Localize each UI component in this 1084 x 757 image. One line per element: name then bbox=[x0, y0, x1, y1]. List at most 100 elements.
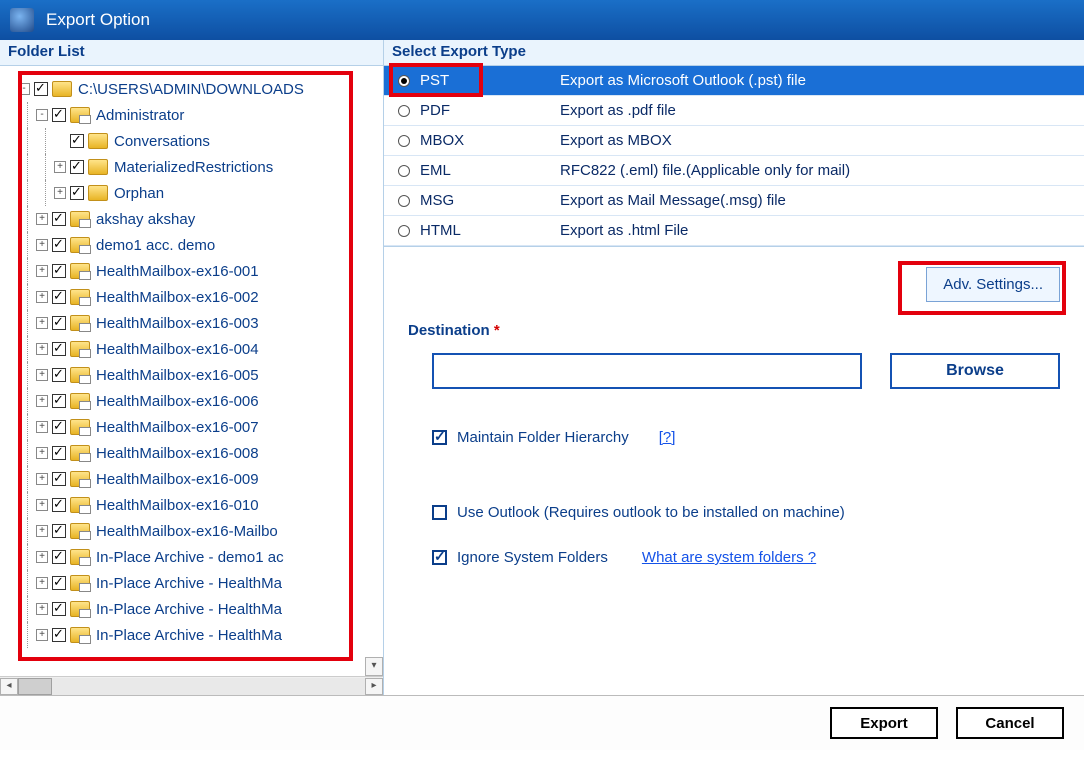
export-type-msg[interactable]: MSGExport as Mail Message(.msg) file bbox=[384, 186, 1084, 216]
tree-checkbox[interactable] bbox=[52, 550, 66, 564]
tree-node[interactable]: +akshay akshay bbox=[0, 206, 383, 232]
tree-checkbox[interactable] bbox=[52, 264, 66, 278]
tree-checkbox[interactable] bbox=[52, 524, 66, 538]
export-type-desc: Export as .html File bbox=[560, 222, 1084, 239]
adv-settings-button[interactable]: Adv. Settings... bbox=[926, 267, 1060, 302]
tree-checkbox[interactable] bbox=[52, 628, 66, 642]
system-folders-help-link[interactable]: What are system folders ? bbox=[642, 549, 816, 566]
tree-node[interactable]: +HealthMailbox-ex16-010 bbox=[0, 492, 383, 518]
tree-checkbox[interactable] bbox=[52, 498, 66, 512]
radio-icon[interactable] bbox=[398, 75, 410, 87]
radio-icon[interactable] bbox=[398, 225, 410, 237]
tree-node[interactable]: -C:\USERS\ADMIN\DOWNLOADS bbox=[0, 76, 383, 102]
scroll-left-icon[interactable]: ◂ bbox=[0, 678, 18, 695]
expand-icon[interactable]: + bbox=[36, 447, 48, 459]
tree-node[interactable]: + HealthMailbox-ex16-002 bbox=[0, 284, 383, 310]
export-type-pdf[interactable]: PDFExport as .pdf file bbox=[384, 96, 1084, 126]
destination-input[interactable] bbox=[432, 353, 862, 389]
radio-icon[interactable] bbox=[398, 195, 410, 207]
tree-node[interactable]: +In-Place Archive - HealthMa bbox=[0, 570, 383, 596]
radio-icon[interactable] bbox=[398, 105, 410, 117]
tree-checkbox[interactable] bbox=[52, 472, 66, 486]
tree-node[interactable]: +In-Place Archive - demo1 ac bbox=[0, 544, 383, 570]
expand-icon[interactable]: + bbox=[36, 421, 48, 433]
ignore-system-checkbox[interactable] bbox=[432, 550, 447, 565]
browse-button[interactable]: Browse bbox=[890, 353, 1060, 389]
collapse-icon[interactable]: - bbox=[36, 109, 48, 121]
expand-icon[interactable]: + bbox=[36, 577, 48, 589]
tree-checkbox[interactable] bbox=[52, 290, 66, 304]
expand-icon[interactable]: + bbox=[36, 603, 48, 615]
expand-icon[interactable]: + bbox=[36, 395, 48, 407]
use-outlook-option[interactable]: Use Outlook (Requires outlook to be inst… bbox=[432, 504, 1060, 521]
cancel-button[interactable]: Cancel bbox=[956, 707, 1064, 739]
expand-icon[interactable]: + bbox=[36, 369, 48, 381]
tree-checkbox[interactable] bbox=[52, 108, 66, 122]
tree-node[interactable]: +In-Place Archive - HealthMa bbox=[0, 596, 383, 622]
tree-node[interactable]: +HealthMailbox-ex16-006 bbox=[0, 388, 383, 414]
expand-icon[interactable]: + bbox=[36, 473, 48, 485]
expand-icon[interactable]: + bbox=[36, 499, 48, 511]
collapse-icon[interactable]: - bbox=[18, 83, 30, 95]
radio-icon[interactable] bbox=[398, 135, 410, 147]
expand-icon[interactable]: + bbox=[54, 161, 66, 173]
expand-icon[interactable]: + bbox=[36, 317, 48, 329]
scrollbar-thumb[interactable] bbox=[18, 678, 52, 695]
tree-checkbox[interactable] bbox=[52, 602, 66, 616]
expand-icon[interactable]: + bbox=[36, 291, 48, 303]
export-type-pst[interactable]: PSTExport as Microsoft Outlook (.pst) fi… bbox=[384, 66, 1084, 96]
tree-node[interactable]: +HealthMailbox-ex16-008 bbox=[0, 440, 383, 466]
tree-node[interactable]: +HealthMailbox-ex16-009 bbox=[0, 466, 383, 492]
tree-checkbox[interactable] bbox=[70, 134, 84, 148]
export-button[interactable]: Export bbox=[830, 707, 938, 739]
tree-node[interactable]: +HealthMailbox-ex16-Mailbo bbox=[0, 518, 383, 544]
ignore-system-option[interactable]: Ignore System Folders What are system fo… bbox=[432, 549, 1060, 566]
tree-node[interactable]: +HealthMailbox-ex16-007 bbox=[0, 414, 383, 440]
export-type-html[interactable]: HTMLExport as .html File bbox=[384, 216, 1084, 246]
mailbox-icon bbox=[70, 419, 90, 435]
tree-checkbox[interactable] bbox=[70, 186, 84, 200]
tree-node[interactable]: +HealthMailbox-ex16-003 bbox=[0, 310, 383, 336]
expand-icon[interactable]: + bbox=[36, 629, 48, 641]
tree-checkbox[interactable] bbox=[34, 82, 48, 96]
horizontal-scrollbar[interactable]: ◂ ▸ bbox=[0, 676, 383, 695]
tree-checkbox[interactable] bbox=[52, 342, 66, 356]
expand-icon[interactable]: + bbox=[36, 551, 48, 563]
tree-checkbox[interactable] bbox=[52, 446, 66, 460]
tree-checkbox[interactable] bbox=[52, 420, 66, 434]
expand-icon[interactable]: + bbox=[36, 213, 48, 225]
expand-icon[interactable]: + bbox=[36, 239, 48, 251]
tree-checkbox[interactable] bbox=[52, 576, 66, 590]
tree-checkbox[interactable] bbox=[52, 368, 66, 382]
tree-node[interactable]: +HealthMailbox-ex16-004 bbox=[0, 336, 383, 362]
expand-icon[interactable]: + bbox=[36, 343, 48, 355]
tree-checkbox[interactable] bbox=[52, 238, 66, 252]
tree-node[interactable]: -Administrator bbox=[0, 102, 383, 128]
radio-icon[interactable] bbox=[398, 165, 410, 177]
maintain-hierarchy-checkbox[interactable] bbox=[432, 430, 447, 445]
scroll-down-icon[interactable]: ▾ bbox=[365, 657, 383, 676]
tree-node[interactable]: +In-Place Archive - HealthMa bbox=[0, 622, 383, 648]
maintain-hierarchy-option[interactable]: Maintain Folder Hierarchy [?] bbox=[432, 429, 1060, 446]
use-outlook-checkbox[interactable] bbox=[432, 505, 447, 520]
tree-label: HealthMailbox-ex16-002 bbox=[96, 289, 259, 306]
expand-icon[interactable]: + bbox=[36, 265, 48, 277]
tree-node[interactable]: Conversations bbox=[0, 128, 383, 154]
tree-node[interactable]: +Orphan bbox=[0, 180, 383, 206]
tree-node[interactable]: +HealthMailbox-ex16-001 bbox=[0, 258, 383, 284]
folder-tree[interactable]: -C:\USERS\ADMIN\DOWNLOADS-AdministratorC… bbox=[0, 76, 383, 648]
tree-checkbox[interactable] bbox=[52, 212, 66, 226]
tree-node[interactable]: +HealthMailbox-ex16-005 bbox=[0, 362, 383, 388]
tree-checkbox[interactable] bbox=[52, 394, 66, 408]
tree-node[interactable]: +demo1 acc. demo bbox=[0, 232, 383, 258]
scroll-right-icon[interactable]: ▸ bbox=[365, 678, 383, 695]
scrollbar-track[interactable] bbox=[18, 678, 365, 695]
maintain-hierarchy-help-link[interactable]: [?] bbox=[659, 429, 676, 446]
tree-checkbox[interactable] bbox=[52, 316, 66, 330]
export-type-mbox[interactable]: MBOXExport as MBOX bbox=[384, 126, 1084, 156]
tree-node[interactable]: +MaterializedRestrictions bbox=[0, 154, 383, 180]
expand-icon[interactable]: + bbox=[36, 525, 48, 537]
export-type-eml[interactable]: EMLRFC822 (.eml) file.(Applicable only f… bbox=[384, 156, 1084, 186]
tree-checkbox[interactable] bbox=[70, 160, 84, 174]
expand-icon[interactable]: + bbox=[54, 187, 66, 199]
